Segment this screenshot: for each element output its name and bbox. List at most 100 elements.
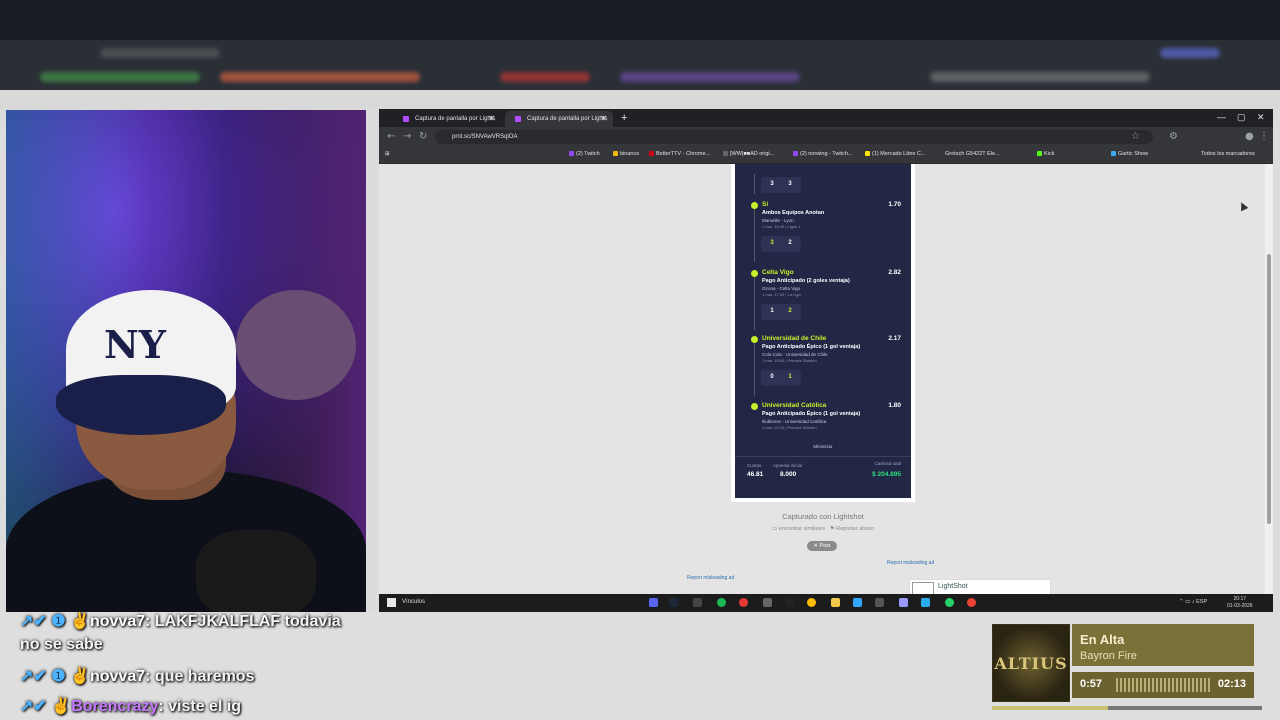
- selection-market: Pago Anticipado Épico (1 gol ventaja): [762, 344, 861, 350]
- taskbar-clock[interactable]: 20:17 01-03-2026: [1227, 596, 1253, 610]
- chat-message: no se sabe: [20, 636, 103, 654]
- report-ad-link-left[interactable]: Report misleading ad: [687, 575, 734, 581]
- cap-logo: NY: [104, 322, 166, 367]
- track-time-bar: 0:57 02:13: [1072, 672, 1254, 698]
- lightshot-favicon-icon: [515, 116, 521, 122]
- chrome-icon[interactable]: [807, 598, 816, 607]
- minimize-icon[interactable]: —: [1217, 112, 1226, 122]
- spotify-icon[interactable]: [717, 598, 726, 607]
- cashout-value: $ 204.895: [872, 471, 901, 478]
- bookmarks-bar: ⊞ (2) Twitch binance BetterTTV - Chrome.…: [379, 147, 1273, 164]
- obs-icon[interactable]: [693, 598, 702, 607]
- tab-bar: Captura de pantalla por Lights ✕ Captura…: [379, 109, 1273, 127]
- close-tab-icon[interactable]: ✕: [488, 114, 495, 123]
- chat-text: viste el ig: [168, 698, 242, 715]
- profile-avatar[interactable]: ●: [1245, 131, 1254, 142]
- selection-match: Colo-Colo - Universidad de Chile: [762, 352, 828, 357]
- bet-selection: Celta Vigo 2.82 Pago Anticipado (2 goles…: [735, 268, 911, 330]
- track-title: En Alta: [1080, 632, 1125, 647]
- app-icon[interactable]: [739, 598, 748, 607]
- now-playing-widget: ALTIUS En Alta Bayron Fire 0:57 02:13: [992, 624, 1262, 710]
- forward-icon[interactable]: →: [403, 131, 411, 142]
- chat-message: ↗✔ ❶ ✌ novva7: LAKFJKALFLAF todavia: [20, 613, 341, 630]
- bet-selection: Universidad Católica 1.80 Pago Anticipad…: [735, 401, 911, 437]
- odds-value: 46.81: [747, 471, 764, 478]
- tiktok-icon[interactable]: [785, 598, 794, 607]
- bookmark-betterttv[interactable]: BetterTTV - Chrome...: [649, 151, 710, 157]
- selection-market: Pago Anticipado Épico (1 gol ventaja): [762, 411, 861, 417]
- star-icon[interactable]: ☆: [1131, 131, 1140, 142]
- report-ad-link-right[interactable]: Report misleading ad: [887, 560, 934, 566]
- selection-pick: Universidad Católica: [762, 402, 827, 409]
- app-icon[interactable]: [763, 598, 772, 607]
- mouse-cursor-icon: [1237, 200, 1249, 212]
- photoshop-icon[interactable]: [853, 598, 862, 607]
- whatsapp-icon[interactable]: [945, 598, 954, 607]
- report-abuse-link[interactable]: ⚑ Reportar abuso: [830, 526, 874, 532]
- minimize-link[interactable]: Minimizar: [735, 444, 911, 449]
- app-icon[interactable]: [875, 598, 884, 607]
- selection-match: Girona - Celta Vigo: [762, 286, 801, 291]
- selection-date: 1 mar, 20:30 | Primera División: [762, 425, 817, 430]
- selection-odd: 2.82: [888, 269, 901, 276]
- selection-match: Marseille - Lyon: [762, 218, 794, 223]
- selection-odd: 1.70: [888, 201, 901, 208]
- post-button[interactable]: ✕ Post: [807, 541, 837, 551]
- address-input[interactable]: prnt.sc/SNVAwVRSqlOA: [435, 130, 1153, 144]
- premiere-icon[interactable]: [899, 598, 908, 607]
- menu-icon[interactable]: ⋮: [1259, 131, 1269, 142]
- tab-lightshot-1[interactable]: Captura de pantalla por Lights ✕: [393, 111, 501, 127]
- apps-icon[interactable]: ⊞: [385, 151, 390, 157]
- system-tray[interactable]: ⌃ ▭ ♪ ESP: [1179, 599, 1207, 605]
- selection-date: 1 mar, 16:45 | Ligue 1: [762, 224, 801, 229]
- bookmark-ad[interactable]: [WW]■■AD origi...: [723, 151, 774, 157]
- close-tab-icon[interactable]: ✕: [600, 114, 607, 123]
- chat-username: novva7: [89, 613, 146, 630]
- bookmark-kick[interactable]: Kick: [1037, 151, 1054, 157]
- bookmark-binance[interactable]: binance: [613, 151, 639, 157]
- chat-message: ↗✔ ✌ Borencrazy: viste el ig: [20, 698, 242, 715]
- screenshot-image[interactable]: 3 3 Sí 1.70 Ambos Equipos Anotan Marseil…: [731, 164, 915, 502]
- bookmark-gartic[interactable]: Gartic Show: [1111, 151, 1148, 157]
- taskbar-links[interactable]: Vínculos: [402, 599, 425, 605]
- lightshot-ad[interactable]: LightShot: [909, 579, 1051, 594]
- chrome-active-icon[interactable]: [967, 598, 976, 607]
- extensions-icon[interactable]: ⚙: [1169, 131, 1178, 142]
- selection-check-icon: [751, 202, 758, 209]
- address-toolbar: ← → ↻ prnt.sc/SNVAwVRSqlOA ☆ ⚙ ● ⋮: [379, 127, 1273, 147]
- selection-odd: 1.80: [888, 402, 901, 409]
- all-bookmarks[interactable]: Todos los marcadores: [1201, 151, 1255, 157]
- selection-score: 1 2: [761, 304, 801, 320]
- selection-match: Ñublense - Universidad Católica: [762, 419, 827, 424]
- bet-selection-partial: 3 3: [735, 174, 911, 194]
- maximize-icon[interactable]: ▢: [1237, 112, 1246, 123]
- close-window-icon[interactable]: ✕: [1257, 112, 1265, 123]
- bookmark-twitch[interactable]: (2) Twitch: [569, 151, 600, 157]
- waveform-icon: [1116, 678, 1210, 692]
- chat-text: no se sabe: [20, 636, 103, 653]
- bookmark-mercadolibre[interactable]: (1) Mercado Libre C...: [865, 151, 926, 157]
- reload-icon[interactable]: ↻: [419, 131, 427, 142]
- steam-icon[interactable]: [669, 598, 678, 607]
- page-links: ▭ encontrar similares ⚑ Reportar abuso: [731, 526, 915, 532]
- find-similar-link[interactable]: ▭ encontrar similares: [772, 526, 825, 532]
- new-tab-icon[interactable]: +: [621, 112, 627, 124]
- page-scrollbar[interactable]: [1265, 164, 1273, 594]
- selection-check-icon: [751, 336, 758, 343]
- discord-icon[interactable]: [649, 598, 658, 607]
- tab-lightshot-2[interactable]: Captura de pantalla por Lights ✕: [505, 111, 613, 127]
- bookmark-gretsch[interactable]: Gretsch G5422T Ele...: [945, 151, 1000, 157]
- bet-slip: 3 3 Sí 1.70 Ambos Equipos Anotan Marseil…: [735, 164, 911, 498]
- stake-value: 8.000: [780, 471, 797, 478]
- selection-date: 1 mar, 17:00 | La Liga: [762, 292, 801, 297]
- telegram-icon[interactable]: [921, 598, 930, 607]
- background-desktop-blur: [0, 0, 1280, 110]
- captured-with-lightshot: Capturado con Lightshot: [782, 512, 864, 521]
- selection-pick: Universidad de Chile: [762, 335, 827, 342]
- album-art: ALTIUS: [992, 624, 1070, 702]
- bookmark-norwing[interactable]: (2) norwing - Twitch...: [793, 151, 852, 157]
- selection-market: Pago Anticipado (2 goles ventaja): [762, 278, 850, 284]
- explorer-icon[interactable]: [831, 598, 840, 607]
- back-icon[interactable]: ←: [387, 131, 395, 142]
- windows-start-icon[interactable]: [387, 598, 396, 607]
